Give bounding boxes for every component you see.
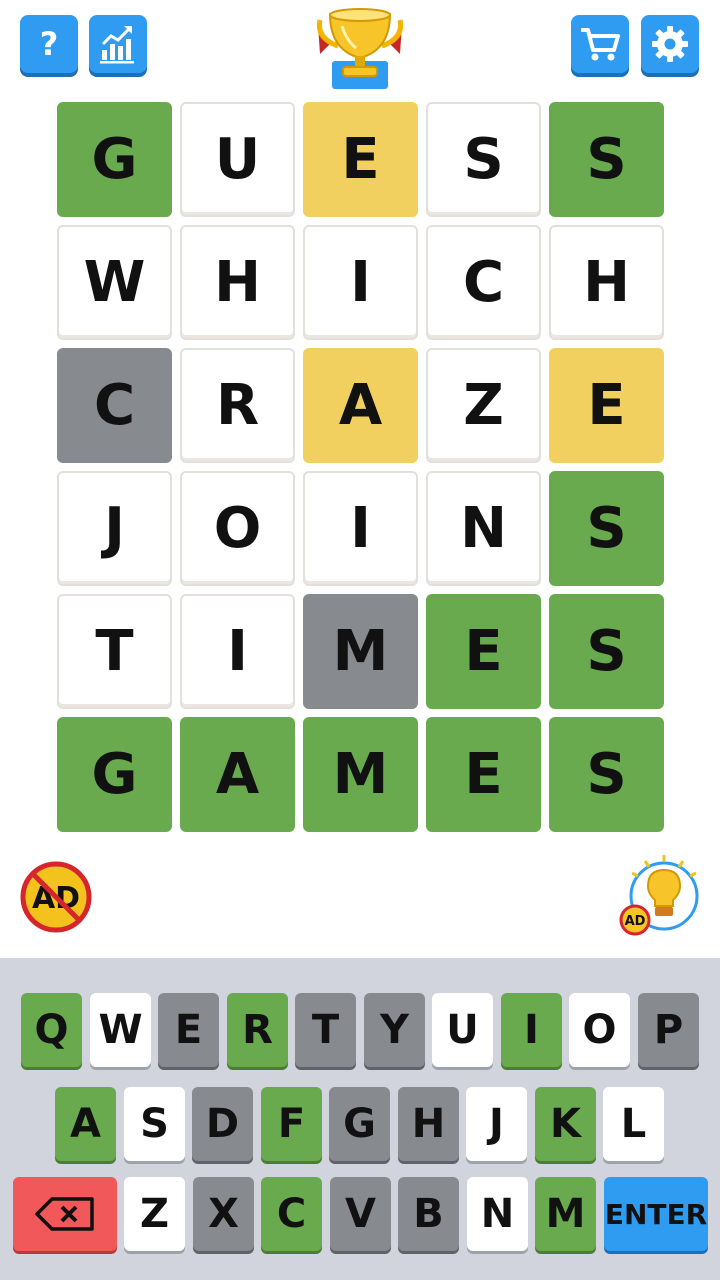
key-f[interactable]: F xyxy=(261,1087,322,1161)
board-tile: A xyxy=(303,348,418,463)
key-u[interactable]: U xyxy=(432,993,493,1067)
board-tile: J xyxy=(57,471,172,586)
board-tile: E xyxy=(426,594,541,709)
help-button[interactable]: ? xyxy=(20,15,78,73)
key-w[interactable]: W xyxy=(90,993,151,1067)
key-n[interactable]: N xyxy=(467,1177,528,1251)
board-tile: H xyxy=(549,225,664,340)
bar-chart-icon xyxy=(100,26,134,64)
board-tile: A xyxy=(180,717,295,832)
key-s[interactable]: S xyxy=(124,1087,185,1161)
key-r[interactable]: R xyxy=(227,993,288,1067)
board-tile: N xyxy=(426,471,541,586)
key-x[interactable]: X xyxy=(193,1177,254,1251)
settings-button[interactable] xyxy=(641,15,699,73)
svg-text:?: ? xyxy=(40,25,59,63)
board-tile: Z xyxy=(426,348,541,463)
key-p[interactable]: P xyxy=(638,993,699,1067)
key-o[interactable]: O xyxy=(569,993,630,1067)
board-tile: S xyxy=(549,717,664,832)
board-tile: E xyxy=(549,348,664,463)
key-h[interactable]: H xyxy=(398,1087,459,1161)
key-z[interactable]: Z xyxy=(124,1177,185,1251)
board-tile: S xyxy=(549,594,664,709)
key-b[interactable]: B xyxy=(398,1177,459,1251)
trophy-icon[interactable] xyxy=(310,4,410,92)
board-tile: C xyxy=(426,225,541,340)
key-a[interactable]: A xyxy=(55,1087,116,1161)
board-tile: I xyxy=(303,225,418,340)
gear-icon xyxy=(652,26,688,62)
board-tile: W xyxy=(57,225,172,340)
enter-key[interactable]: ENTER xyxy=(604,1177,708,1251)
key-v[interactable]: V xyxy=(330,1177,391,1251)
board-tile: G xyxy=(57,717,172,832)
board-tile: C xyxy=(57,348,172,463)
backspace-key[interactable] xyxy=(13,1177,117,1251)
hint-button[interactable]: AD xyxy=(618,852,704,938)
key-k[interactable]: K xyxy=(535,1087,596,1161)
board-tile: M xyxy=(303,594,418,709)
game-board: GUESSWHICHCRAZEJOINSTIMESGAMES xyxy=(57,102,664,832)
key-t[interactable]: T xyxy=(295,993,356,1067)
board-tile: H xyxy=(180,225,295,340)
keyboard: Q W E R T Y U I O P A S D F G H J K L Z X C V B N M ENTER xyxy=(0,958,720,1280)
board-tile: O xyxy=(180,471,295,586)
board-tile: I xyxy=(180,594,295,709)
key-q[interactable]: Q xyxy=(21,993,82,1067)
board-tile: E xyxy=(303,102,418,217)
shop-button[interactable] xyxy=(571,15,629,73)
key-j[interactable]: J xyxy=(466,1087,527,1161)
board-tile: R xyxy=(180,348,295,463)
key-d[interactable]: D xyxy=(192,1087,253,1161)
board-tile: S xyxy=(549,471,664,586)
key-g[interactable]: G xyxy=(329,1087,390,1161)
key-m[interactable]: M xyxy=(535,1177,596,1251)
board-tile: I xyxy=(303,471,418,586)
hint-ad-badge: AD xyxy=(625,914,646,929)
key-y[interactable]: Y xyxy=(364,993,425,1067)
backspace-icon xyxy=(35,1197,94,1231)
remove-ads-button[interactable]: AD xyxy=(20,861,92,933)
board-tile: S xyxy=(549,102,664,217)
question-mark-icon: ? xyxy=(40,25,59,63)
board-tile: U xyxy=(180,102,295,217)
board-tile: G xyxy=(57,102,172,217)
board-tile: E xyxy=(426,717,541,832)
board-tile: M xyxy=(303,717,418,832)
key-c[interactable]: C xyxy=(261,1177,322,1251)
board-tile: T xyxy=(57,594,172,709)
shopping-cart-icon xyxy=(581,28,620,61)
board-tile: S xyxy=(426,102,541,217)
key-i[interactable]: I xyxy=(501,993,562,1067)
key-e[interactable]: E xyxy=(158,993,219,1067)
key-l[interactable]: L xyxy=(603,1087,664,1161)
stats-button[interactable] xyxy=(89,15,147,73)
